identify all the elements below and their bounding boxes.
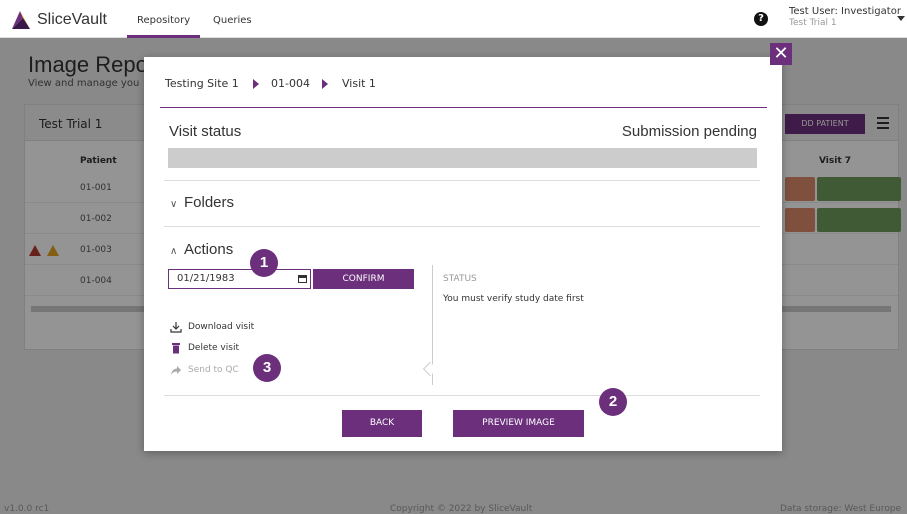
download-icon — [170, 322, 182, 333]
visit-progress-bar — [168, 148, 757, 168]
step-badge-1: 1 — [250, 249, 278, 277]
download-visit-link[interactable]: Download visit — [170, 321, 254, 333]
back-button[interactable]: BACK — [342, 410, 422, 437]
visit-status-label: Visit status — [169, 123, 242, 140]
app-logo-text: SliceVault — [37, 11, 107, 28]
visit-status-value: Submission pending — [621, 123, 757, 140]
chevron-down-icon[interactable]: ∨ — [170, 199, 177, 210]
folders-toggle[interactable]: Folders — [184, 194, 234, 211]
caret-down-icon[interactable] — [897, 16, 905, 21]
breadcrumb-patient[interactable]: 01-004 — [271, 77, 310, 90]
actions-toggle[interactable]: Actions — [184, 241, 233, 258]
delete-visit-label: Delete visit — [188, 343, 239, 353]
breadcrumb-visit: Visit 1 — [342, 77, 376, 90]
step-badge-2: 2 — [599, 388, 627, 416]
tab-repository[interactable]: Repository — [126, 15, 201, 38]
preview-image-button[interactable]: PREVIEW IMAGE — [453, 410, 584, 437]
study-date-input[interactable]: 01/21/1983 — [168, 269, 311, 289]
visit-modal — [144, 57, 782, 451]
status-label: STATUS — [443, 274, 477, 284]
question-circle-icon[interactable]: ? — [754, 12, 768, 26]
user-name[interactable]: Test User: Investigator — [789, 6, 901, 17]
send-to-qc-link[interactable]: Send to QC — [170, 364, 239, 376]
breadcrumb-arrow-icon — [322, 79, 328, 89]
divider — [164, 226, 760, 227]
trash-icon — [172, 343, 180, 354]
status-message: You must verify study date first — [443, 294, 584, 304]
top-navbar: SliceVault Repository Queries ? Test Use… — [0, 0, 907, 38]
chevron-up-icon[interactable]: ∧ — [170, 246, 177, 257]
close-icon[interactable]: ✕ — [770, 43, 792, 65]
divider — [164, 395, 760, 396]
send-to-qc-label: Send to QC — [188, 365, 239, 375]
share-arrow-icon — [171, 366, 181, 375]
breadcrumb-site[interactable]: Testing Site 1 — [165, 77, 239, 90]
user-trial: Test Trial 1 — [789, 18, 837, 28]
divider — [164, 180, 760, 181]
tab-queries[interactable]: Queries — [213, 15, 252, 26]
breadcrumb-divider — [160, 107, 767, 108]
app-logo[interactable]: SliceVault — [10, 9, 107, 31]
breadcrumb-arrow-icon — [253, 79, 259, 89]
download-visit-label: Download visit — [188, 322, 255, 332]
step-badge-3: 3 — [253, 354, 281, 382]
slicevault-logo-icon — [12, 11, 30, 29]
delete-visit-link[interactable]: Delete visit — [170, 342, 239, 354]
confirm-button[interactable]: CONFIRM — [313, 269, 414, 289]
calendar-icon[interactable] — [298, 275, 307, 283]
